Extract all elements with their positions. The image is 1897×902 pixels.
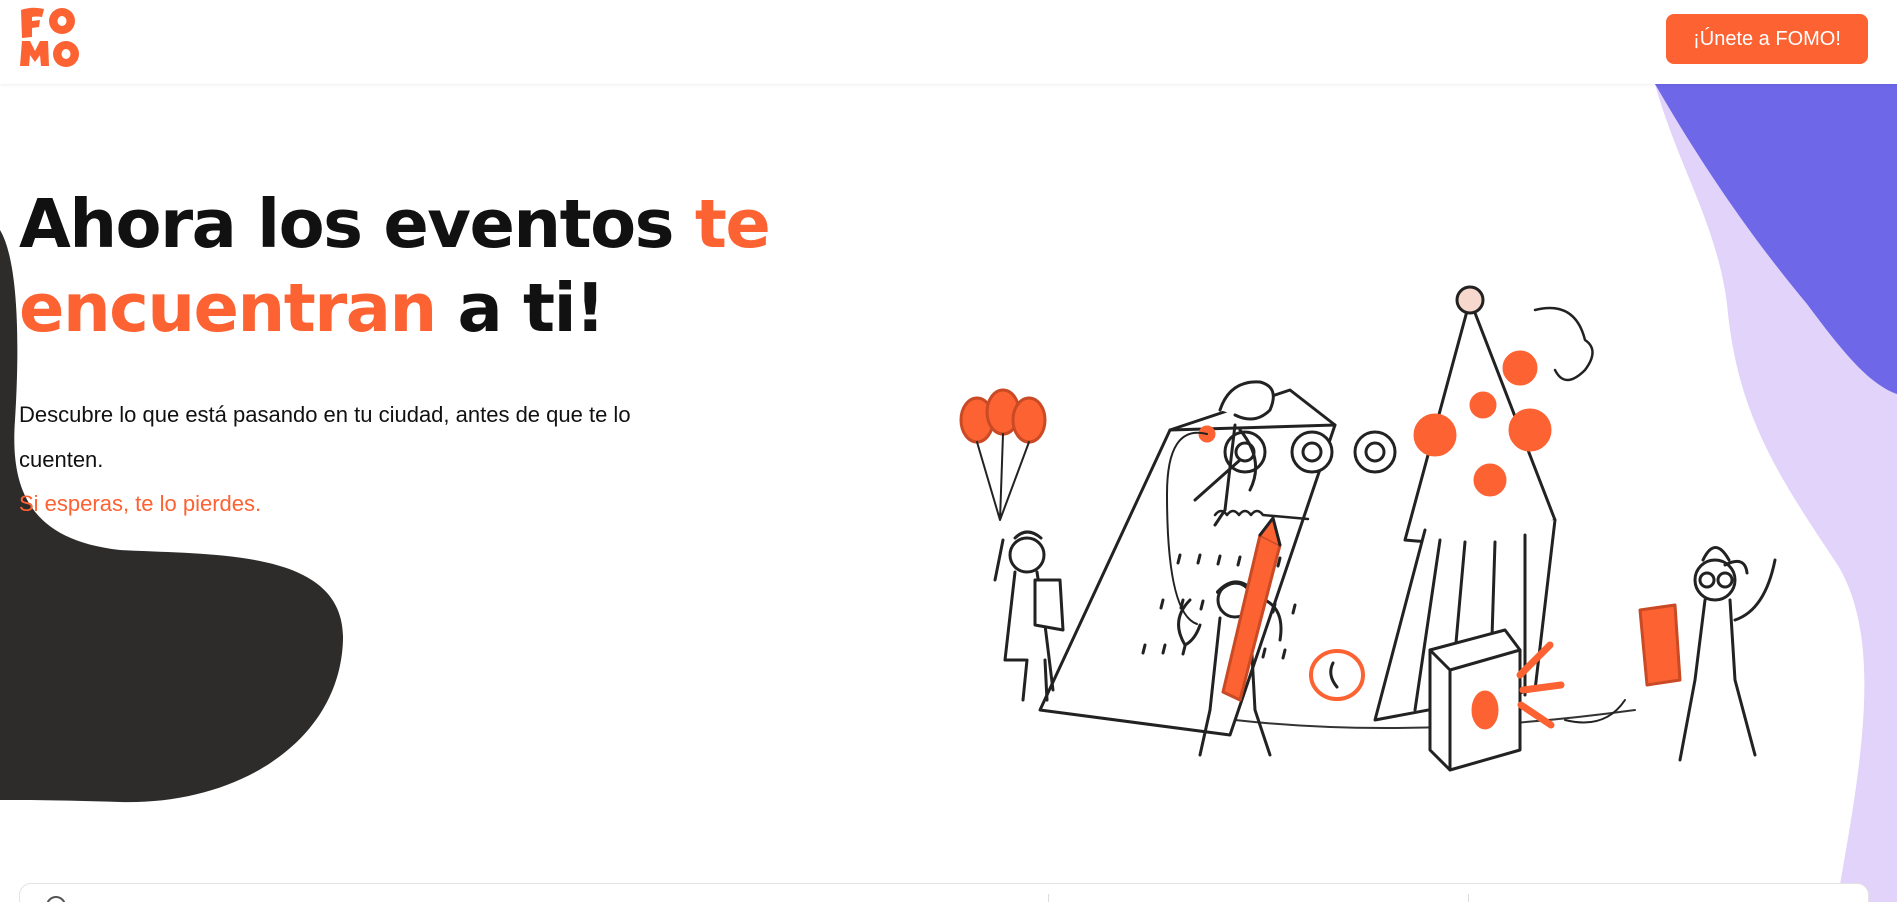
join-fomo-button[interactable]: ¡Únete a FOMO! [1666,14,1868,64]
headline-highlight: encuentran [19,269,437,347]
page: ¡Únete a FOMO! Ahora los eventos te encu… [0,0,1897,902]
search-filter-bar[interactable] [19,883,1869,902]
hero-headline: Ahora los eventos te encuentran a ti! [19,182,779,350]
hero-description: Descubre lo que está pasando en tu ciuda… [19,402,631,472]
search-icon[interactable] [46,896,66,902]
events-illustration [959,285,1777,772]
site-header: ¡Únete a FOMO! [0,0,1897,84]
hero-tagline: Si esperas, te lo pierdes. [19,491,262,516]
headline-text: a ti! [435,269,606,347]
headline-highlight: te [694,185,771,263]
headline-text: Ahora los eventos [19,185,695,263]
hero-section: Ahora los eventos te encuentran a ti! De… [19,182,779,526]
filter-divider [1468,894,1469,902]
fomo-logo[interactable] [18,4,82,70]
filter-divider [1048,894,1049,902]
